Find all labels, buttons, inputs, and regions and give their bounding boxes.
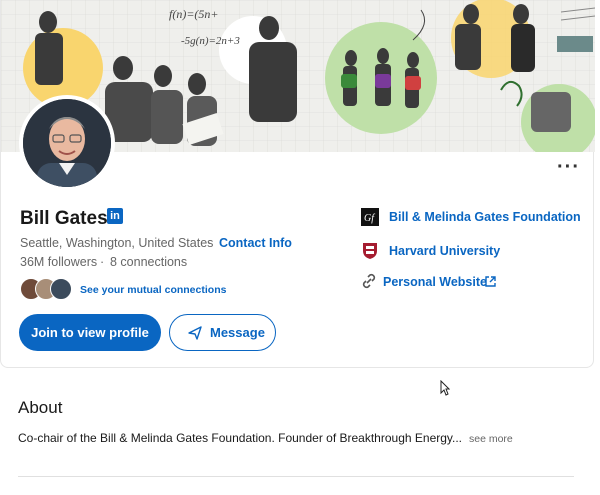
separator-dot: · (100, 255, 105, 269)
external-link-icon (485, 274, 496, 292)
mutual-connections-link[interactable]: See your mutual connections (80, 284, 226, 296)
profile-card: f(n)=(5n+ -5g(n)=2n+3 ··· Bill Gates in … (0, 0, 595, 368)
connections-count: 8 connections (110, 255, 188, 269)
section-divider (18, 476, 574, 477)
avatar (50, 278, 72, 300)
profile-location: Seattle, Washington, United States (20, 236, 214, 250)
send-icon (188, 326, 202, 343)
affiliation-label: Personal Website (383, 275, 487, 289)
profile-photo (19, 95, 115, 191)
affiliation-label: Bill & Melinda Gates Foundation (389, 210, 581, 224)
see-more-link[interactable]: see more (469, 433, 513, 445)
mouse-cursor-icon (440, 379, 451, 401)
about-heading: About (18, 398, 63, 417)
mutual-connections-avatars[interactable] (20, 278, 76, 300)
contact-info-link[interactable]: Contact Info (219, 236, 292, 250)
svg-text:Gf: Gf (364, 213, 375, 224)
harvard-shield-logo-icon (361, 242, 379, 260)
more-options-icon[interactable]: ··· (557, 157, 579, 177)
svg-text:f(n)=(5n+: f(n)=(5n+ (169, 7, 219, 21)
gates-foundation-logo-icon: Gf (361, 208, 379, 226)
join-to-view-profile-button[interactable]: Join to view profile (19, 314, 161, 351)
separator-dot: · (207, 236, 212, 250)
affiliation-label: Harvard University (389, 244, 501, 258)
about-summary: Co-chair of the Bill & Melinda Gates Fou… (18, 431, 463, 445)
link-icon (361, 273, 379, 291)
linkedin-premium-icon: in (107, 208, 123, 224)
followers-count: 36M followers (20, 255, 98, 269)
svg-text:-5g(n)=2n+3: -5g(n)=2n+3 (181, 35, 240, 47)
message-button[interactable]: Message (169, 314, 276, 351)
profile-name: Bill Gates (20, 208, 108, 229)
message-button-label: Message (210, 325, 265, 340)
